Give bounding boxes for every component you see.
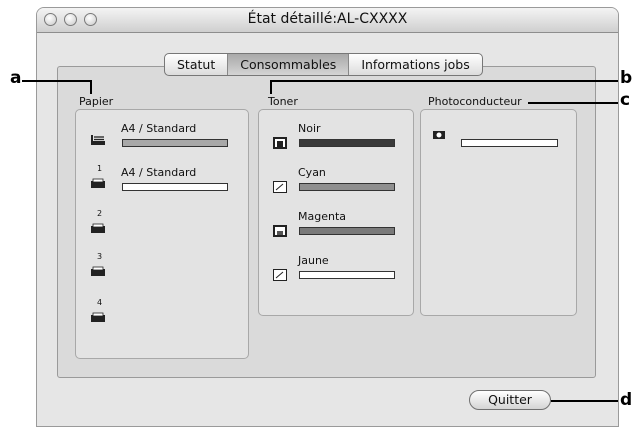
toner-group-label: Toner	[268, 95, 298, 108]
toner-yellow-level-bar	[299, 271, 395, 279]
tray-mp-level-bar	[122, 139, 228, 147]
quit-button[interactable]: Quitter	[469, 390, 551, 410]
toner-magenta-level-bar	[299, 227, 395, 235]
callout-d-line	[551, 400, 618, 402]
tray-1-number: 1	[97, 164, 103, 173]
toner-cyan-level-fill	[300, 184, 394, 190]
photoconductor-level-fill	[462, 140, 557, 146]
callout-b-line	[270, 80, 618, 82]
callout-d: d	[620, 390, 633, 410]
toner-yellow-label: Jaune	[298, 254, 329, 267]
tray-3-number: 3	[97, 252, 103, 261]
toner-magenta-label: Magenta	[298, 210, 347, 223]
tab-informations-jobs[interactable]: Informations jobs	[349, 54, 481, 75]
tab-statut[interactable]: Statut	[165, 54, 229, 75]
callout-b: b	[620, 68, 633, 88]
tray-1-level-bar	[122, 183, 228, 191]
tray-1-label: A4 / Standard	[121, 166, 197, 179]
toner-magenta-icon	[273, 225, 287, 237]
toner-black-icon	[273, 137, 287, 149]
tray-4-icon	[91, 312, 105, 322]
toner-black-level-fill	[300, 140, 394, 146]
photoconductor-group-label: Photoconducteur	[428, 95, 522, 108]
toner-yellow-level-fill	[300, 272, 394, 278]
tray-mp-level-fill	[123, 140, 227, 146]
photoconductor-level-bar	[461, 139, 558, 147]
callout-c-line	[528, 102, 618, 104]
tab-bar: Statut Consommables Informations jobs	[164, 53, 483, 76]
toner-magenta-level-fill	[300, 228, 394, 234]
paper-group-label: Papier	[79, 95, 114, 108]
tray-3-icon	[91, 266, 105, 276]
toner-black-label: Noir	[298, 122, 321, 135]
toner-cyan-label: Cyan	[298, 166, 326, 179]
tray-mp-label: A4 / Standard	[121, 122, 197, 135]
status-window: État détaillé:AL-CXXXX Statut Consommabl…	[36, 7, 619, 427]
photoconductor-icon	[433, 131, 445, 139]
toner-black-level-bar	[299, 139, 395, 147]
tray-1-level-fill	[123, 184, 227, 190]
tray-4-number: 4	[97, 298, 103, 307]
callout-a-line	[22, 80, 92, 82]
tab-consommables[interactable]: Consommables	[228, 54, 350, 75]
toner-cyan-icon	[273, 181, 287, 193]
mp-tray-icon	[91, 135, 105, 145]
callout-c: c	[620, 90, 631, 110]
callout-a: a	[10, 68, 22, 88]
toner-cyan-level-bar	[299, 183, 395, 191]
toner-yellow-icon	[273, 269, 287, 281]
title-bar: État détaillé:AL-CXXXX	[37, 8, 618, 33]
window-title: État détaillé:AL-CXXXX	[247, 11, 408, 27]
tray-2-icon	[91, 223, 105, 233]
tray-1-icon	[91, 178, 105, 188]
callout-a-line-drop	[90, 80, 92, 94]
callout-b-line-drop	[270, 80, 272, 94]
tray-2-number: 2	[97, 209, 103, 218]
